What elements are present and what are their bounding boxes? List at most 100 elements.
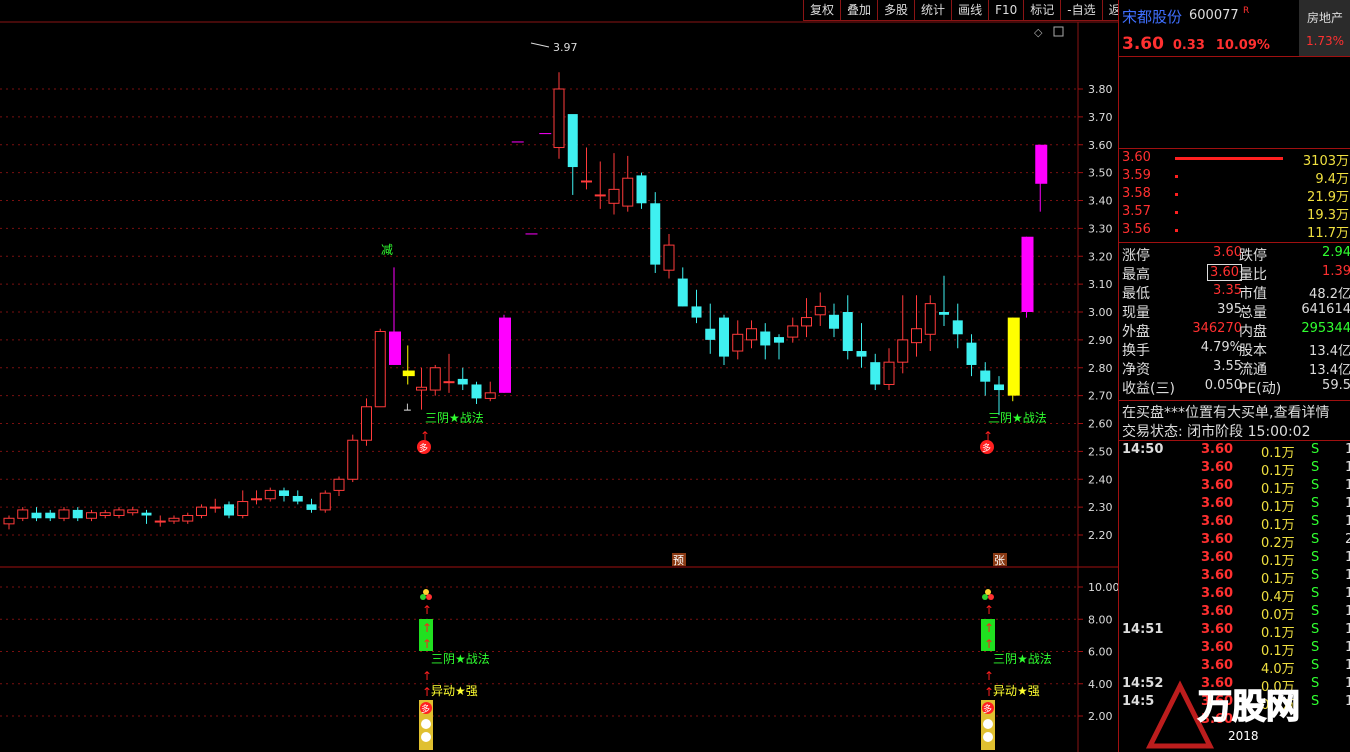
candle[interactable] [636, 172, 647, 209]
candle[interactable] [594, 161, 606, 209]
candle[interactable] [429, 364, 441, 396]
tick-row[interactable]: 3.60 4.0万 S 1 [1119, 658, 1350, 677]
candle[interactable] [113, 507, 125, 519]
mark-button[interactable]: 标记 [1023, 0, 1061, 21]
candle[interactable] [581, 147, 592, 190]
candle[interactable] [31, 507, 42, 522]
candle[interactable] [264, 487, 276, 502]
candle[interactable] [17, 507, 29, 522]
candle[interactable] [58, 507, 70, 522]
tick-row[interactable]: 14:50 3.60 0.1万 S 1 [1119, 442, 1350, 461]
bid-row[interactable]: 3.59 9.4万 [1119, 168, 1350, 187]
multi-stock-button[interactable]: 多股 [877, 0, 915, 21]
candle[interactable] [691, 289, 702, 324]
candle[interactable] [842, 295, 853, 360]
candle[interactable] [443, 353, 455, 393]
candle[interactable] [457, 367, 468, 391]
candle[interactable] [499, 314, 511, 393]
candle[interactable] [402, 345, 415, 385]
candle[interactable] [347, 434, 359, 483]
candle[interactable] [306, 498, 317, 513]
sector-box[interactable]: 房地产 1.73% [1299, 0, 1350, 56]
candle[interactable] [86, 509, 97, 522]
candle[interactable] [980, 362, 991, 396]
tick-row[interactable]: 3.60 0.1万 S 1 [1119, 550, 1350, 569]
candle[interactable] [484, 381, 496, 402]
tick-row[interactable]: 3.60 0.0万 S 1 [1119, 604, 1350, 623]
candle[interactable] [319, 490, 331, 513]
candle[interactable] [663, 233, 675, 279]
candle[interactable] [608, 153, 620, 215]
candle[interactable] [939, 275, 949, 326]
candle[interactable] [911, 295, 922, 357]
candle[interactable] [72, 507, 83, 522]
candle[interactable] [389, 267, 401, 365]
candle[interactable] [209, 498, 221, 513]
candle[interactable] [966, 334, 977, 377]
candle[interactable] [774, 334, 784, 360]
candle[interactable] [883, 348, 895, 391]
candle[interactable] [141, 509, 152, 524]
candle[interactable] [361, 398, 372, 446]
statistics-button[interactable]: 统计 [914, 0, 952, 21]
candle[interactable] [154, 515, 166, 527]
candle[interactable] [924, 295, 936, 352]
candle[interactable] [99, 509, 111, 519]
candle[interactable] [622, 155, 634, 212]
candle[interactable] [416, 367, 427, 410]
candle[interactable] [787, 317, 799, 343]
candle[interactable] [650, 192, 661, 273]
draw-line-button[interactable]: 画线 [951, 0, 989, 21]
big-order-notice[interactable]: 在买盘***位置有大买单,查看详情 [1122, 402, 1329, 422]
tick-row[interactable]: 3.60 0.1万 S 1 [1119, 514, 1350, 533]
bid-row[interactable]: 3.58 21.9万 [1119, 186, 1350, 205]
candle[interactable] [567, 114, 578, 195]
candle[interactable] [732, 320, 744, 360]
candle[interactable] [870, 353, 881, 391]
f10-button[interactable]: F10 [988, 0, 1024, 21]
candle[interactable] [333, 476, 345, 496]
tick-row[interactable]: 3.60 0.1万 S 1 [1119, 568, 1350, 587]
candle[interactable] [196, 504, 207, 519]
candle[interactable] [897, 295, 909, 374]
tick-row[interactable]: 14:51 3.60 0.1万 S 1 [1119, 622, 1350, 641]
stock-name[interactable]: 宋都股份 [1122, 6, 1182, 27]
candle[interactable] [677, 267, 688, 307]
candle[interactable] [292, 490, 303, 505]
candle[interactable] [856, 323, 867, 368]
candle[interactable] [471, 381, 482, 404]
candle[interactable] [45, 509, 56, 522]
candle[interactable] [1007, 317, 1020, 402]
candle[interactable] [746, 320, 757, 349]
diamond-icon[interactable]: ◇ [1034, 26, 1043, 39]
tick-row[interactable]: 3.60 0.1万 S 1 [1119, 460, 1350, 479]
bid-row[interactable]: 3.56 11.7万 [1119, 222, 1350, 241]
candle[interactable] [1021, 236, 1034, 318]
candle[interactable] [251, 490, 262, 505]
candle[interactable] [224, 501, 234, 519]
bid-row[interactable]: 3.60 3103万 [1119, 150, 1350, 169]
tick-row[interactable]: 3.60 0.1万 S 1 [1119, 478, 1350, 497]
candle[interactable] [374, 328, 386, 408]
pane-toggle-icon[interactable] [1053, 26, 1064, 37]
candle[interactable] [3, 515, 15, 530]
overlay-button[interactable]: 叠加 [840, 0, 878, 21]
candle[interactable] [705, 303, 716, 354]
candle[interactable] [553, 72, 565, 159]
tick-row[interactable]: 3.60 0.1万 S 1 [1119, 640, 1350, 659]
candle[interactable] [127, 507, 139, 516]
candle[interactable] [829, 303, 839, 338]
candle[interactable] [182, 512, 194, 524]
bid-row[interactable]: 3.57 19.3万 [1119, 204, 1350, 223]
candle[interactable] [1035, 144, 1048, 212]
restore-rights-button[interactable]: 复权 [803, 0, 841, 21]
tick-row[interactable]: 3.60 0.1万 S 1 [1119, 496, 1350, 515]
candle[interactable] [237, 490, 249, 519]
remove-watchlist-button[interactable]: -自选 [1060, 0, 1102, 21]
candle[interactable] [760, 323, 771, 360]
tick-row[interactable]: 3.60 0.2万 S 2 [1119, 532, 1350, 551]
candle[interactable] [814, 292, 826, 326]
candle[interactable] [279, 487, 289, 502]
tick-row[interactable]: 3.60 0.4万 S 1 [1119, 586, 1350, 605]
candle[interactable] [719, 314, 729, 365]
